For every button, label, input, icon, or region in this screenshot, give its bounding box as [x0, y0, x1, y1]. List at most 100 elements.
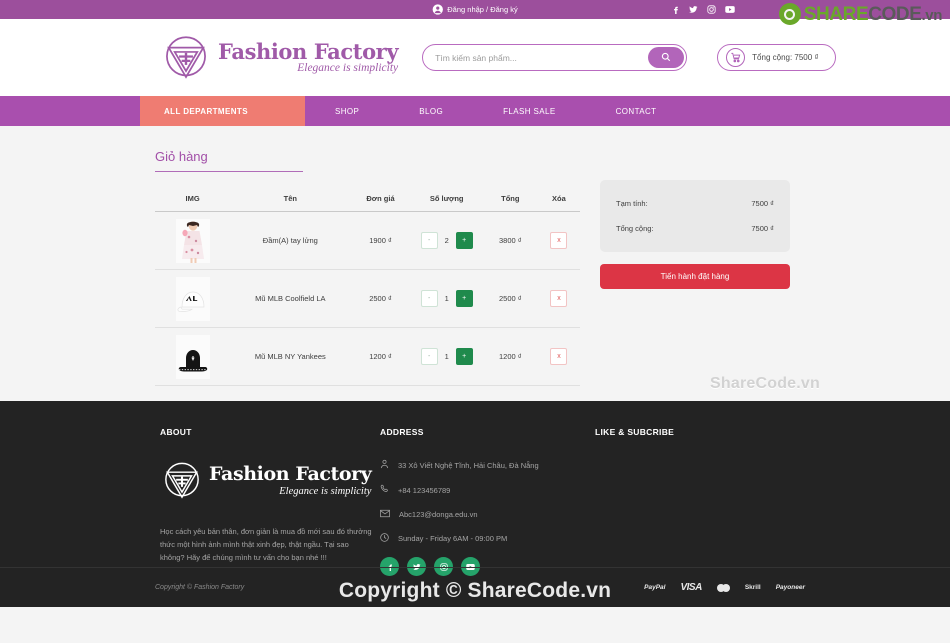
- user-account-icon: [432, 4, 443, 15]
- sharecode-recycle-icon: [778, 3, 801, 25]
- shopping-cart-icon: [726, 48, 746, 67]
- instagram-icon[interactable]: [707, 5, 716, 14]
- fashion-factory-logo-icon: [160, 459, 204, 503]
- increase-quantity-button[interactable]: +: [455, 348, 473, 365]
- paypal-icon: PayPal: [644, 584, 666, 591]
- cart-total-label: Tổng cộng: 7500 ₫: [752, 53, 819, 62]
- dress-thumbnail: [155, 218, 230, 263]
- footer-hours-text: Sunday - Friday 6AM - 09:00 PM: [398, 534, 508, 543]
- phone-icon: [380, 484, 389, 496]
- cart-table: IMG Tên Đơn giá Số lượng Tổng Xóa Đầm(A)…: [155, 188, 580, 386]
- footer-email-line: Abc123@donga.edu.vn: [380, 509, 595, 520]
- cell-quantity: - 1 +: [410, 269, 483, 328]
- footer-about-heading: ABOUT: [160, 427, 192, 437]
- footer-address-line: 33 Xô Viết Nghệ Tĩnh, Hải Châu, Đà Nẵng: [380, 459, 595, 471]
- cell-image: [155, 327, 231, 386]
- decrease-quantity-button[interactable]: -: [420, 348, 438, 365]
- location-pin-icon: [380, 459, 389, 471]
- payment-methods-list: PayPal VISA Skrill Payoneer: [644, 582, 805, 593]
- column-header-qty: Số lượng: [410, 188, 483, 212]
- footer-brand-name: Fashion Factory: [209, 463, 372, 485]
- table-row: Đầm(A) tay lửng 1900 ₫ - 2 + 3800 ₫ x: [155, 211, 580, 270]
- footer-phone-text: +84 123456789: [398, 485, 451, 495]
- cart-total-button[interactable]: Tổng cộng: 7500 ₫: [717, 44, 836, 71]
- page-title: Giỏ hàng: [155, 149, 303, 172]
- cell-delete: x: [537, 327, 580, 386]
- sharecode-vn-text: .vn: [921, 6, 943, 24]
- footer-phone-line: +84 123456789: [380, 484, 595, 496]
- footer-brand-logo: Fashion Factory Elegance is simplicity: [160, 459, 375, 503]
- table-row: Mũ MLB Coolfield LA 2500 ₫ - 1 + 2500 ₫ …: [155, 269, 580, 328]
- cell-product-name: Mũ MLB Coolfield LA: [230, 269, 351, 328]
- mastercard-icon: [716, 583, 730, 592]
- nav-links: SHOP BLOG FLASH SALE CONTACT: [305, 96, 686, 126]
- footer-address-text: 33 Xô Viết Nghệ Tĩnh, Hải Châu, Đà Nẵng: [398, 460, 539, 470]
- cell-delete: x: [537, 211, 580, 270]
- youtube-icon[interactable]: [725, 5, 735, 14]
- subtotal-label: Tạm tính:: [616, 199, 648, 208]
- total-row: Tổng cộng: 7500 ₫: [616, 220, 774, 237]
- brand-tagline: Elegance is simplicity: [297, 61, 399, 74]
- search-input[interactable]: [435, 52, 649, 63]
- nav-item-shop[interactable]: SHOP: [305, 96, 389, 126]
- site-footer: ABOUT Fashion Factory Elegance is simpli…: [0, 401, 950, 607]
- column-header-img: IMG: [155, 188, 231, 212]
- order-summary-box: Tạm tính: 7500 ₫ Tổng cộng: 7500 ₫: [600, 180, 790, 252]
- remove-item-button[interactable]: x: [550, 232, 568, 249]
- cell-quantity: - 1 +: [410, 327, 483, 386]
- increase-quantity-button[interactable]: +: [455, 232, 473, 249]
- cell-unit-price: 1900 ₫: [350, 211, 411, 270]
- cart-table-header-row: IMG Tên Đơn giá Số lượng Tổng Xóa: [155, 188, 580, 212]
- login-register-link[interactable]: Đăng nhập / Đăng ký: [432, 4, 518, 15]
- facebook-icon[interactable]: [671, 5, 680, 14]
- main-content: Giỏ hàng IMG Tên Đơn giá Số lượng Tổng X…: [0, 126, 950, 401]
- footer-about-text: Học cách yêu bản thân, đơn giản là mua đ…: [160, 527, 372, 563]
- footer-brand-tagline: Elegance is simplicity: [279, 486, 372, 497]
- cell-unit-price: 2500 ₫: [350, 269, 411, 328]
- search-button[interactable]: [648, 47, 685, 68]
- fashion-factory-logo-icon: [160, 32, 212, 84]
- cell-delete: x: [537, 269, 580, 328]
- footer-bottom-bar: Copyright © Fashion Factory PayPal VISA …: [0, 567, 950, 607]
- column-header-total: Tổng: [482, 188, 538, 212]
- sharecode-watermark-logo: SHARECODE.vn: [778, 3, 943, 25]
- search-bar[interactable]: [422, 44, 688, 71]
- quantity-value: 1: [444, 294, 449, 303]
- column-header-price: Đơn giá: [350, 188, 411, 212]
- nav-item-blog[interactable]: BLOG: [389, 96, 473, 126]
- main-navigation: ALL DEPARTMENTS SHOP BLOG FLASH SALE CON…: [0, 96, 950, 126]
- cell-quantity: - 2 +: [410, 211, 483, 270]
- cell-unit-price: 1200 ₫: [350, 327, 411, 386]
- total-label: Tổng cộng:: [616, 224, 654, 233]
- topbar-social-list: [671, 5, 735, 14]
- twitter-icon[interactable]: [689, 5, 698, 14]
- increase-quantity-button[interactable]: +: [455, 290, 473, 307]
- nav-all-departments[interactable]: ALL DEPARTMENTS: [140, 96, 305, 126]
- decrease-quantity-button[interactable]: -: [420, 290, 438, 307]
- nav-item-flash-sale[interactable]: FLASH SALE: [473, 96, 585, 126]
- brand-logo[interactable]: Fashion Factory Elegance is simplicity: [160, 32, 399, 84]
- footer-email-text: Abc123@donga.edu.vn: [399, 510, 478, 519]
- site-header: Fashion Factory Elegance is simplicity T…: [0, 19, 950, 96]
- sharecode-code-text: CODE: [868, 3, 922, 25]
- remove-item-button[interactable]: x: [550, 348, 568, 365]
- envelope-icon: [380, 509, 390, 520]
- footer-address-heading: ADDRESS: [380, 427, 424, 437]
- sharecode-watermark-main: ShareCode.vn: [710, 375, 820, 392]
- checkout-button[interactable]: Tiến hành đặt hàng: [600, 264, 790, 289]
- remove-item-button[interactable]: x: [550, 290, 568, 307]
- decrease-quantity-button[interactable]: -: [420, 232, 438, 249]
- login-register-label: Đăng nhập / Đăng ký: [447, 5, 518, 14]
- skrill-icon: Skrill: [744, 584, 761, 591]
- footer-like-heading: LIKE & SUBCRIBE: [595, 427, 675, 437]
- nav-item-contact[interactable]: CONTACT: [586, 96, 687, 126]
- copyright-text: Copyright © Fashion Factory: [155, 584, 245, 591]
- black-bucket-hat-thumbnail: [155, 334, 230, 379]
- cell-image: [155, 211, 231, 270]
- sharecode-share-text: SHARE: [803, 3, 869, 25]
- brand-name: Fashion Factory: [218, 38, 399, 64]
- table-row: Mũ MLB NY Yankees 1200 ₫ - 1 + 1200 ₫ x: [155, 327, 580, 386]
- visa-icon: VISA: [680, 582, 702, 593]
- order-summary-section: Tạm tính: 7500 ₫ Tổng cộng: 7500 ₫ Tiến …: [600, 148, 790, 401]
- footer-hours-line: Sunday - Friday 6AM - 09:00 PM: [380, 533, 595, 544]
